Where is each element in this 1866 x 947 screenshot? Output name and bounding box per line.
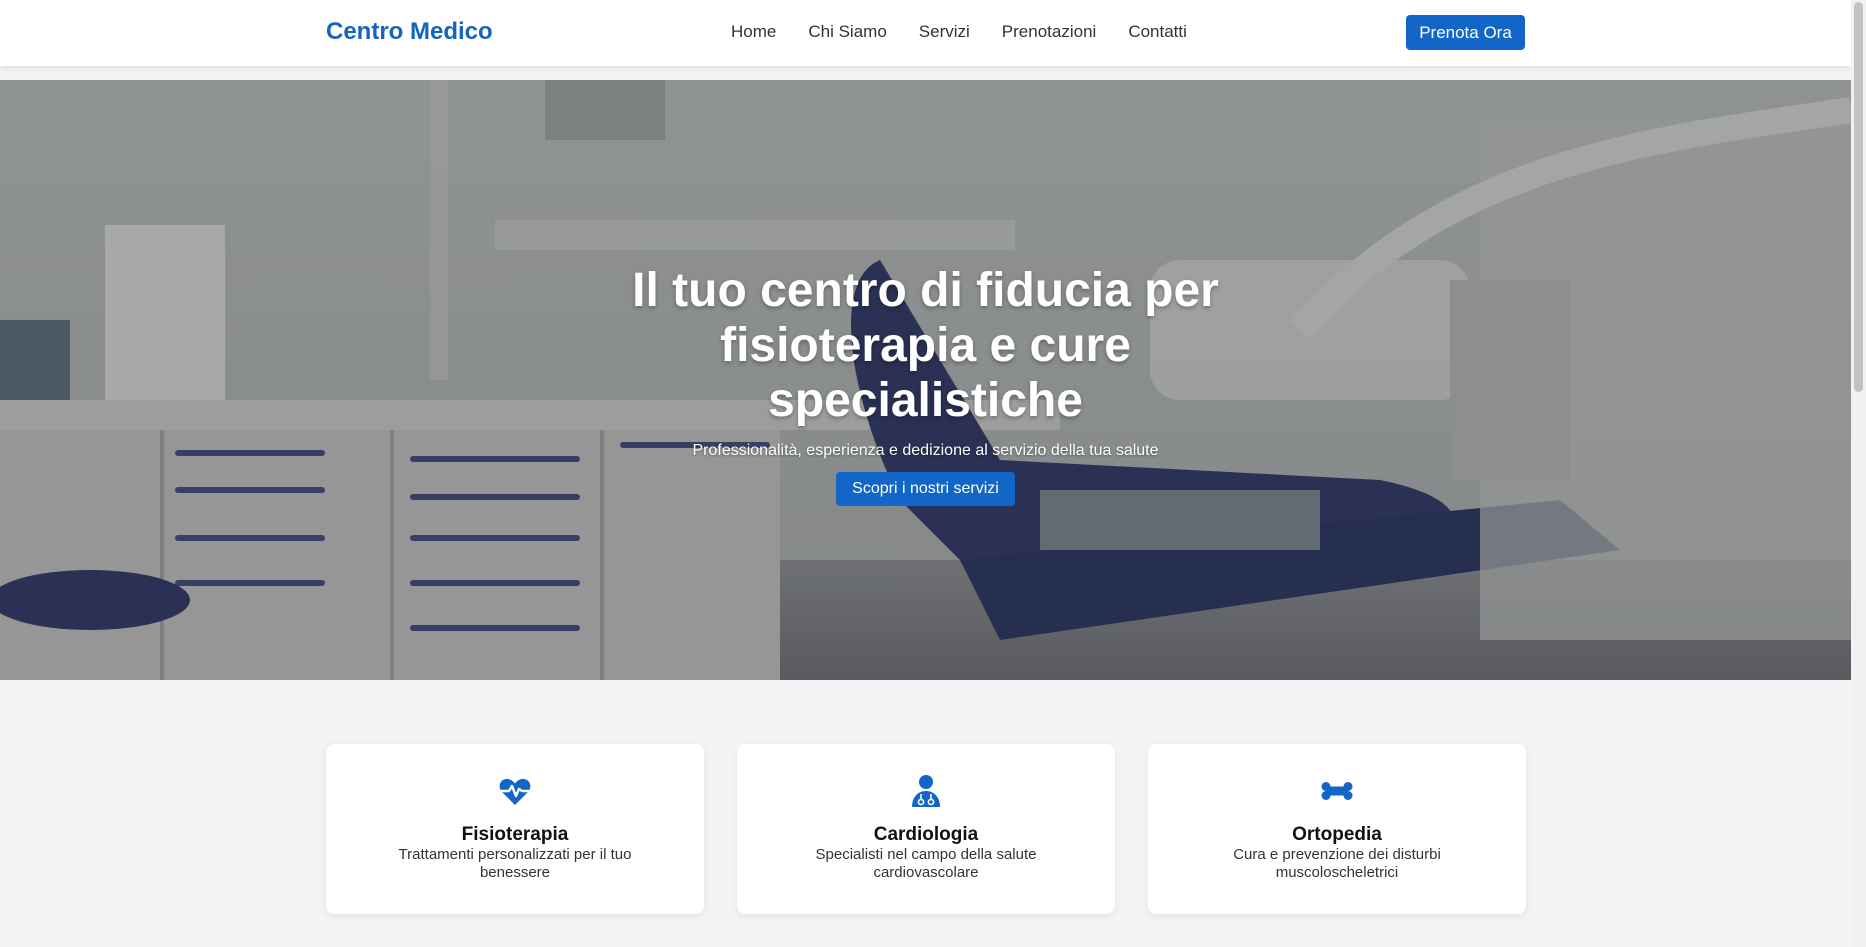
nav-servizi[interactable]: Servizi xyxy=(919,22,970,42)
hero-title: Il tuo centro di fiducia per fisioterapi… xyxy=(632,264,1219,427)
heart-pulse-icon xyxy=(498,774,532,808)
page: Centro Medico Home Chi Siamo Servizi Pre… xyxy=(0,0,1851,947)
book-now-button[interactable]: Prenota Ora xyxy=(1406,15,1525,50)
services-section: Fisioterapia Trattamenti personalizzati … xyxy=(326,744,1526,914)
service-card-cardiologia[interactable]: Cardiologia Specialisti nel campo della … xyxy=(737,744,1115,914)
nav-chi-siamo[interactable]: Chi Siamo xyxy=(808,22,886,42)
service-card-fisioterapia[interactable]: Fisioterapia Trattamenti personalizzati … xyxy=(326,744,704,914)
bone-icon xyxy=(1320,774,1354,808)
nav-prenotazioni[interactable]: Prenotazioni xyxy=(1002,22,1097,42)
vertical-scrollbar[interactable] xyxy=(1851,0,1866,947)
service-description: Cura e prevenzione dei disturbi muscolos… xyxy=(1233,846,1441,881)
nav-contatti[interactable]: Contatti xyxy=(1128,22,1187,42)
site-header: Centro Medico Home Chi Siamo Servizi Pre… xyxy=(0,0,1851,66)
main-nav: Home Chi Siamo Servizi Prenotazioni Cont… xyxy=(731,22,1219,42)
service-title: Ortopedia xyxy=(1292,824,1382,845)
hero-section: Il tuo centro di fiducia per fisioterapi… xyxy=(0,80,1851,680)
hero-subtitle: Professionalità, esperienza e dedizione … xyxy=(692,442,1159,459)
service-description: Specialisti nel campo della salute cardi… xyxy=(815,846,1037,881)
discover-services-button[interactable]: Scopri i nostri servizi xyxy=(836,472,1015,506)
doctor-icon xyxy=(909,774,943,808)
brand-logo[interactable]: Centro Medico xyxy=(326,18,493,46)
service-title: Fisioterapia xyxy=(461,824,569,845)
service-card-ortopedia[interactable]: Ortopedia Cura e prevenzione dei disturb… xyxy=(1148,744,1526,914)
service-description: Trattamenti personalizzati per il tuo be… xyxy=(398,846,632,881)
nav-home[interactable]: Home xyxy=(731,22,776,42)
service-title: Cardiologia xyxy=(873,824,979,845)
scrollbar-thumb[interactable] xyxy=(1854,2,1863,392)
